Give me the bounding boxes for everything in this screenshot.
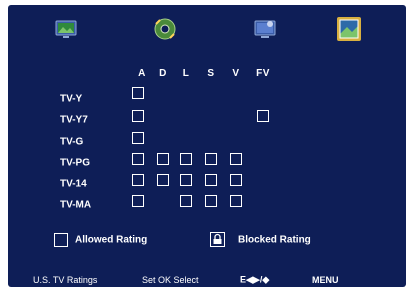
- footer-page-title: U.S. TV Ratings: [33, 275, 98, 285]
- blocked-rating-label: Blocked Rating: [238, 234, 311, 246]
- column-header-s: S: [207, 68, 215, 79]
- parental-ratings-screen: A D L S V FV TV-Y TV-Y7 TV-G TV-PG TV-14…: [8, 5, 406, 287]
- tv-picture-icon[interactable]: [51, 14, 81, 44]
- rating-checkbox-tv-ma-a[interactable]: [132, 195, 144, 207]
- allowed-rating-label: Allowed Rating: [75, 234, 148, 246]
- rating-checkbox-tv-pg-d[interactable]: [157, 153, 169, 165]
- rating-checkbox-tv-y-a[interactable]: [132, 87, 144, 99]
- rating-checkbox-tv-ma-s[interactable]: [205, 195, 217, 207]
- sound-disc-icon[interactable]: [150, 14, 180, 44]
- rating-checkbox-tv-14-a[interactable]: [132, 174, 144, 186]
- column-header-v: V: [232, 68, 240, 79]
- row-label-tv-y: TV-Y: [60, 93, 83, 105]
- row-label-tv-g: TV-G: [60, 136, 84, 148]
- column-header-l: L: [182, 68, 190, 79]
- footer-menu-label[interactable]: MENU: [312, 275, 339, 285]
- row-label-tv-ma: TV-MA: [60, 199, 92, 211]
- rating-checkbox-tv-y7-fv[interactable]: [257, 110, 269, 122]
- screen-frame: A D L S V FV TV-Y TV-Y7 TV-G TV-PG TV-14…: [0, 0, 414, 293]
- rating-checkbox-tv-pg-s[interactable]: [205, 153, 217, 165]
- row-label-tv-y7: TV-Y7: [60, 114, 88, 126]
- rating-checkbox-tv-14-d[interactable]: [157, 174, 169, 186]
- rating-checkbox-tv-pg-a[interactable]: [132, 153, 144, 165]
- parental-lock-icon[interactable]: [334, 14, 364, 44]
- rating-checkbox-tv-y7-a[interactable]: [132, 110, 144, 122]
- rating-checkbox-tv-14-v[interactable]: [230, 174, 242, 186]
- row-label-tv-14: TV-14: [60, 178, 87, 190]
- allowed-rating-swatch: [54, 233, 68, 247]
- rating-checkbox-tv-pg-l[interactable]: [180, 153, 192, 165]
- rating-checkbox-tv-pg-v[interactable]: [230, 153, 242, 165]
- rating-checkbox-tv-ma-v[interactable]: [230, 195, 242, 207]
- tv-setup-icon[interactable]: [250, 14, 280, 44]
- column-header-a: A: [138, 68, 146, 79]
- column-header-fv: FV: [256, 68, 270, 79]
- footer-select-hint: Set OK Select: [142, 275, 199, 285]
- footer-nav-hint: E◀▶/◆: [240, 274, 270, 285]
- rating-checkbox-tv-g-a[interactable]: [132, 132, 144, 144]
- lock-icon: [210, 232, 225, 247]
- column-header-d: D: [159, 68, 167, 79]
- rating-checkbox-tv-14-s[interactable]: [205, 174, 217, 186]
- row-label-tv-pg: TV-PG: [60, 157, 91, 169]
- rating-checkbox-tv-ma-l[interactable]: [180, 195, 192, 207]
- rating-checkbox-tv-14-l[interactable]: [180, 174, 192, 186]
